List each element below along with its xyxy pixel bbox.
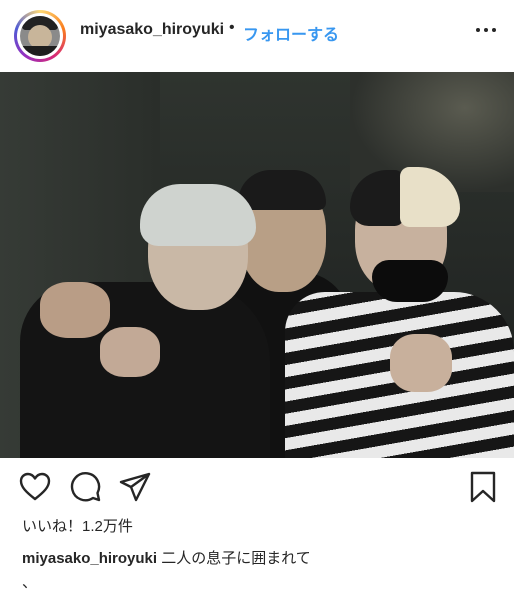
more-options-icon[interactable] — [476, 26, 496, 34]
avatar-inner — [17, 13, 63, 59]
post-header: miyasako_hiroyuki • フォローする — [0, 0, 514, 70]
likes-count[interactable]: いいね！1.2万件 — [22, 515, 133, 536]
header-username-link[interactable]: miyasako_hiroyuki — [80, 21, 224, 39]
paper-plane-icon[interactable] — [118, 470, 152, 504]
more-dot — [484, 28, 488, 32]
photo-peace-hand — [100, 327, 160, 377]
more-dot — [476, 28, 480, 32]
avatar-shirt — [20, 46, 60, 56]
avatar-image — [20, 16, 60, 56]
bookmark-icon[interactable] — [466, 470, 500, 504]
photo-arm — [40, 282, 110, 338]
post-caption: miyasako_hiroyuki 二人の息子に囲まれて — [22, 547, 311, 568]
follow-button[interactable]: フォローする — [243, 21, 339, 45]
caption-continuation: 、 — [22, 574, 38, 591]
caption-username[interactable]: miyasako_hiroyuki — [22, 550, 157, 567]
photo-person-center-hair — [238, 170, 326, 210]
photo-face-mask — [372, 260, 448, 302]
comment-icon[interactable] — [68, 470, 102, 504]
photo-hand — [390, 334, 452, 392]
heart-icon[interactable] — [18, 470, 52, 504]
photo-person-left-hair — [140, 184, 256, 246]
profile-avatar[interactable] — [14, 10, 66, 62]
more-dot — [492, 28, 496, 32]
action-bar — [0, 466, 514, 510]
post-photo[interactable] — [0, 72, 514, 458]
header-separator: • — [229, 19, 235, 36]
caption-text: 二人の息子に囲まれて — [161, 550, 311, 567]
